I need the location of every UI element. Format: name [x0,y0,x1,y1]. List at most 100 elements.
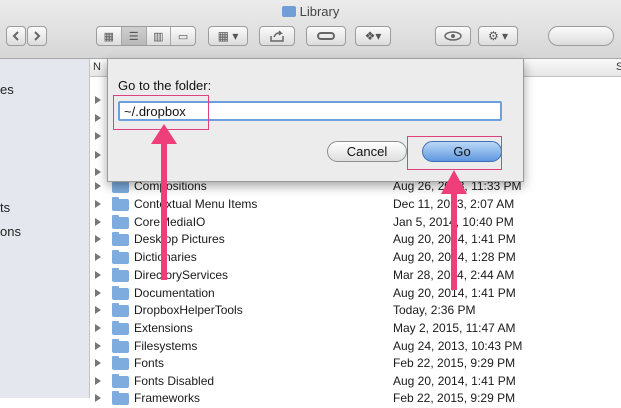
sidebar-item[interactable]: ts [0,200,10,215]
folder-icon [112,268,129,282]
item-name: Frameworks [134,391,201,405]
sidebar-item[interactable]: es [0,82,14,97]
search-field[interactable] [548,26,614,46]
disclosure-triangle-icon[interactable] [95,359,101,367]
item-date: Dec 11, 2013, 2:07 AM [393,197,515,211]
folder-icon [112,391,129,405]
cover-flow-icon[interactable]: ▭ [171,27,195,45]
gear-icon: ⚙ ▾ [487,29,509,43]
folder-icon [112,197,129,211]
folder-icon [112,286,129,300]
list-item[interactable]: Documentation Aug 20, 2014, 1:41 PM [90,285,621,303]
disclosure-triangle-icon[interactable] [95,114,101,122]
folder-icon [112,215,129,229]
item-date: Aug 20, 2014, 1:28 PM [393,250,516,264]
dropbox-button[interactable]: ❖▾ [355,26,391,46]
folder-icon [112,321,129,335]
disclosure-triangle-icon[interactable] [95,182,101,190]
item-name: Documentation [134,286,215,300]
forward-button[interactable] [27,26,47,46]
item-date: Today, 2:36 PM [393,303,476,317]
item-name: Fonts Disabled [134,374,215,388]
dialog-label: Go to the folder: [118,78,212,93]
list-item[interactable]: DropboxHelperTools Today, 2:36 PM [90,302,621,320]
folder-icon [112,339,129,353]
item-name: Dictionaries [134,250,197,264]
item-name: DropboxHelperTools [134,303,243,317]
disclosure-triangle-icon[interactable] [95,377,101,385]
window-title-text: Library [299,4,340,19]
tags-button[interactable] [306,26,346,46]
list-item[interactable]: Frameworks Feb 22, 2015, 9:29 PM [90,390,621,408]
arrange-button[interactable]: ▦ ▾ [208,26,248,46]
item-name: Contextual Menu Items [134,197,258,211]
list-item[interactable]: Fonts Disabled Aug 20, 2014, 1:41 PM [90,373,621,391]
list-view-icon[interactable]: ☰ [121,27,147,45]
chevron-left-icon [12,31,19,41]
view-mode-selector[interactable]: ▦ ☰ ▥ ▭ [96,26,196,46]
item-date: Aug 20, 2014, 1:41 PM [393,232,516,246]
folder-icon [112,250,129,264]
quick-look-button[interactable] [435,26,471,46]
tag-icon [317,32,335,40]
item-date: Aug 24, 2013, 10:43 PM [393,339,523,353]
folder-icon [112,232,129,246]
disclosure-triangle-icon[interactable] [95,306,101,314]
window-toolbar: Library ▦ ☰ ▥ ▭ ▦ ▾ ❖▾ ⚙ ▾ [0,0,621,59]
disclosure-triangle-icon[interactable] [95,394,101,402]
size-column-header[interactable]: S [616,61,621,73]
disclosure-triangle-icon[interactable] [95,253,101,261]
item-date: Aug 20, 2014, 1:41 PM [393,286,516,300]
disclosure-triangle-icon[interactable] [95,324,101,332]
disclosure-triangle-icon[interactable] [95,168,101,176]
disclosure-triangle-icon[interactable] [95,235,101,243]
sidebar: es ts ons [0,59,90,398]
share-icon [270,30,284,42]
item-date: May 2, 2015, 11:47 AM [393,321,516,335]
disclosure-triangle-icon[interactable] [95,271,101,279]
list-item[interactable]: Filesystems Aug 24, 2013, 10:43 PM [90,338,621,356]
chevron-right-icon [34,31,41,41]
item-date: Jan 5, 2014, 10:40 PM [393,215,514,229]
item-name: Filesystems [134,339,198,353]
dropbox-icon: ❖▾ [364,29,382,43]
list-item[interactable]: Extensions May 2, 2015, 11:47 AM [90,320,621,338]
icon-view-icon[interactable]: ▦ [97,27,122,45]
sidebar-item[interactable]: ons [0,224,21,239]
input-highlight-box [113,95,209,130]
item-date: Feb 22, 2015, 9:29 PM [393,391,516,405]
folder-icon [281,6,296,17]
item-date: Aug 20, 2014, 1:41 PM [393,374,516,388]
folder-icon [112,179,129,193]
disclosure-triangle-icon[interactable] [95,200,101,208]
disclosure-triangle-icon[interactable] [95,132,101,140]
disclosure-triangle-icon[interactable] [95,289,101,297]
name-column-header[interactable]: N [93,61,101,73]
disclosure-triangle-icon[interactable] [95,342,101,350]
item-name: DirectoryServices [134,268,229,282]
column-view-icon[interactable]: ▥ [147,27,172,45]
folder-icon [112,356,129,370]
item-date: Mar 28, 2014, 2:44 AM [393,268,515,282]
folder-icon [112,374,129,388]
item-name: CoreMediaIO [134,215,206,229]
item-name: Extensions [134,321,193,335]
list-item[interactable]: Contextual Menu Items Dec 11, 2013, 2:07 … [90,196,621,214]
cancel-button[interactable]: Cancel [327,141,407,162]
list-item[interactable]: Desktop Pictures Aug 20, 2014, 1:41 PM [90,231,621,249]
back-button[interactable] [6,26,26,46]
list-item[interactable]: DirectoryServices Mar 28, 2014, 2:44 AM [90,267,621,285]
disclosure-triangle-icon[interactable] [95,96,101,104]
disclosure-triangle-icon[interactable] [95,151,101,159]
action-button[interactable]: ⚙ ▾ [478,26,518,46]
list-item[interactable]: Dictionaries Aug 20, 2014, 1:28 PM [90,249,621,267]
item-name: Fonts [134,356,165,370]
list-item[interactable]: CoreMediaIO Jan 5, 2014, 10:40 PM [90,214,621,232]
share-button[interactable] [259,26,295,46]
go-button-highlight-box [407,136,502,170]
list-item[interactable]: Fonts Feb 22, 2015, 9:29 PM [90,355,621,373]
disclosure-triangle-icon[interactable] [95,218,101,226]
arrange-icon: ▦ ▾ [217,29,239,43]
folder-icon [112,303,129,317]
eye-icon [444,31,462,41]
